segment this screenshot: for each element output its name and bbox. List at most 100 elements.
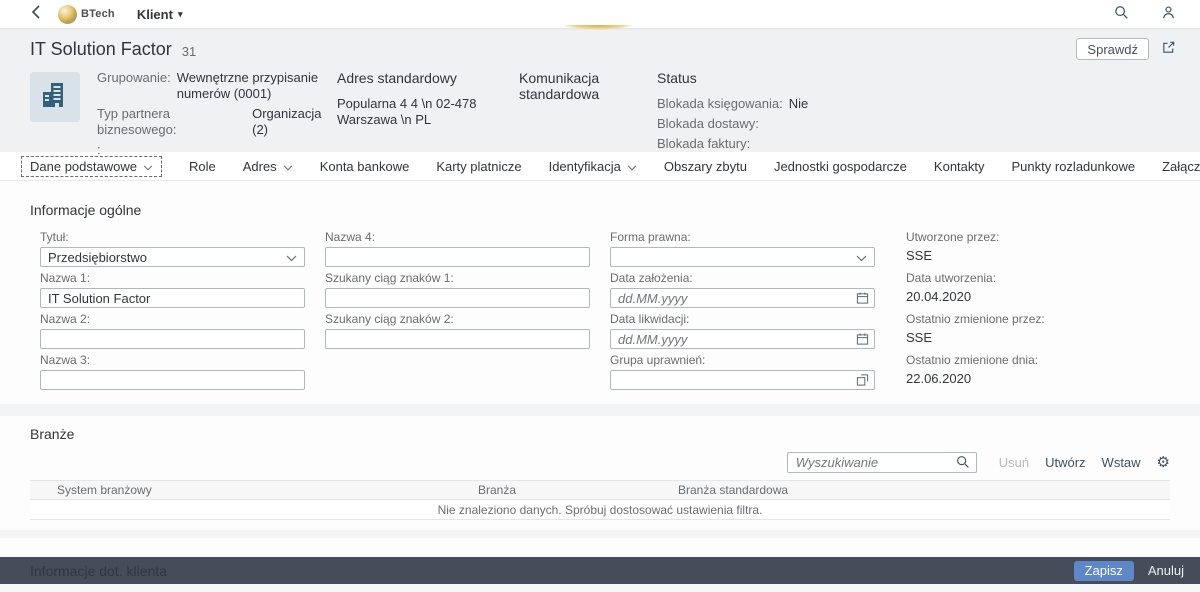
industries-title: Branże <box>30 426 1170 442</box>
field-grupa-uprawnien: Grupa uprawnień: <box>610 353 875 390</box>
caret-down-icon: ▾ <box>178 9 183 20</box>
szukany1-input[interactable] <box>325 288 590 308</box>
save-button[interactable]: Zapisz <box>1074 561 1134 581</box>
tab-kontakty[interactable]: Kontakty <box>934 159 985 174</box>
tab-jednostki-gospodarcze[interactable]: Jednostki gospodarcze <box>774 159 907 174</box>
general-info-section: Informacje ogólne Tytuł: Przedsiębiorstw… <box>0 181 1200 404</box>
field-data-utworzenia: Data utworzenia: 20.04.2020 <box>895 271 1170 308</box>
tab-role[interactable]: Role <box>189 159 216 174</box>
column-branza: Branża <box>478 483 678 497</box>
field-szukany2: Szukany ciąg znaków 2: <box>325 312 590 349</box>
tab-label: Karty platnicze <box>436 159 521 174</box>
communication-title: Komunikacja standardowa <box>519 70 657 102</box>
nazwa1-input[interactable] <box>40 288 305 308</box>
delivery-block-label: Blokada dostawy: <box>657 116 759 132</box>
grouping-value: Wewnętrzne przypisanie numerów (0001) <box>177 70 337 102</box>
calendar-icon[interactable] <box>856 292 869 305</box>
forma-prawna-select[interactable] <box>610 247 875 267</box>
field-label: Nazwa 2: <box>40 312 305 326</box>
partner-type-label: Typ partnera biznesowego: <box>97 106 246 138</box>
tab-zalaczniki[interactable]: Załączniki <box>1162 159 1200 174</box>
address-value: Popularna 4 4 \n 02-478 Warszawa \n PL <box>337 96 519 128</box>
object-header: IT Solution Factor 31 Sprawdź <box>0 28 1200 152</box>
tab-label: Punkty rozladunkowe <box>1012 159 1136 174</box>
data-likwidacji-input[interactable] <box>610 329 875 349</box>
user-profile-button[interactable] <box>1161 5 1176 23</box>
field-label: Data założenia: <box>610 271 875 285</box>
value-help-icon[interactable] <box>856 374 869 387</box>
object-title-row: IT Solution Factor 31 Sprawdź <box>30 28 1176 70</box>
share-button[interactable] <box>1161 40 1176 58</box>
section-divider <box>0 404 1200 416</box>
building-icon <box>40 80 70 115</box>
tab-label: Identyfikacja <box>549 159 621 174</box>
field-forma-prawna: Forma prawna: <box>610 230 875 267</box>
app-title-label: Klient <box>137 7 173 22</box>
check-button[interactable]: Sprawdź <box>1076 38 1149 60</box>
partner-number: 31 <box>182 44 196 59</box>
field-label: Utworzone przez: <box>906 230 1170 244</box>
cancel-button[interactable]: Anuluj <box>1148 563 1184 578</box>
status-row: Blokada faktury: <box>657 136 917 152</box>
data-zalozenia-input[interactable] <box>610 288 875 308</box>
insert-button[interactable]: Wstaw <box>1102 455 1141 470</box>
client-info-section-title: Informacje dot. klienta <box>30 563 167 579</box>
empty-cell <box>325 353 590 390</box>
invoice-block-label: Blokada faktury: <box>657 136 750 152</box>
delete-button[interactable]: Usuń <box>999 455 1029 470</box>
field-label: Nazwa 3: <box>40 353 305 367</box>
search-icon[interactable] <box>956 455 970 469</box>
search-button[interactable] <box>1114 5 1129 23</box>
field-label: Ostatnio zmienione przez: <box>906 312 1170 326</box>
tab-obszary-zbytu[interactable]: Obszary zbytu <box>664 159 747 174</box>
tab-punkty-rozladunkowe[interactable]: Punkty rozladunkowe <box>1012 159 1136 174</box>
chevron-down-icon <box>143 159 153 174</box>
industries-section: Branże Usuń Utwórz Wstaw ⚙ System branżo… <box>0 416 1200 530</box>
header-actions: Sprawdź <box>1076 38 1176 60</box>
status-title: Status <box>657 70 917 86</box>
general-info-title: Informacje ogólne <box>0 202 1200 218</box>
tab-label: Role <box>189 159 216 174</box>
field-nazwa1: Nazwa 1: <box>40 271 305 308</box>
field-szukany1: Szukany ciąg znaków 1: <box>325 271 590 308</box>
chevron-down-icon <box>856 250 867 265</box>
nazwa3-input[interactable] <box>40 370 305 390</box>
settings-gear-icon[interactable]: ⚙ <box>1157 455 1170 470</box>
field-ostatnio-zmienione-dnia: Ostatnio zmienione dnia: 22.06.2020 <box>895 353 1170 390</box>
utworzone-przez-value: SSE <box>906 247 1170 265</box>
facet-communication: Komunikacja standardowa <box>519 70 657 112</box>
calendar-icon[interactable] <box>856 333 869 346</box>
back-button[interactable] <box>30 5 42 24</box>
tab-adres[interactable]: Adres <box>243 159 293 174</box>
industries-search <box>787 452 977 473</box>
field-label: Nazwa 1: <box>40 271 305 285</box>
column-branza-standardowa: Branża standardowa <box>678 483 1170 497</box>
tab-konta-bankowe[interactable]: Konta bankowe <box>320 159 410 174</box>
tab-label: Dane podstawowe <box>30 159 137 174</box>
nazwa2-input[interactable] <box>40 329 305 349</box>
shell-actions <box>1114 5 1176 23</box>
no-data-message: Nie znaleziono danych. Spróbuj dostosowa… <box>30 500 1170 520</box>
grupa-uprawnien-input[interactable] <box>610 370 875 390</box>
tytul-select[interactable]: Przedsiębiorstwo <box>40 247 305 267</box>
nazwa4-input[interactable] <box>325 247 590 267</box>
facet-general: Grupowanie: Wewnętrzne przypisanie numer… <box>97 70 337 162</box>
shell-bar: BTech Klient ▾ <box>0 0 1200 28</box>
create-button[interactable]: Utwórz <box>1045 455 1085 470</box>
field-ostatnio-zmienione-przez: Ostatnio zmienione przez: SSE <box>895 312 1170 349</box>
field-label: Forma prawna: <box>610 230 875 244</box>
tab-karty-platnicze[interactable]: Karty platnicze <box>436 159 521 174</box>
tab-label: Obszary zbytu <box>664 159 747 174</box>
brand-logo[interactable]: BTech <box>58 5 115 24</box>
tab-identyfikacja[interactable]: Identyfikacja <box>549 159 637 174</box>
search-icon <box>1114 5 1129 23</box>
search-input[interactable] <box>787 452 977 473</box>
grouping-row: Grupowanie: Wewnętrzne przypisanie numer… <box>97 70 337 102</box>
data-utworzenia-value: 20.04.2020 <box>906 288 1170 306</box>
tab-label: Załączniki <box>1162 159 1200 174</box>
szukany2-input[interactable] <box>325 329 590 349</box>
section-divider <box>0 530 1200 538</box>
app-title-menu[interactable]: Klient ▾ <box>137 7 183 22</box>
tab-dane-podstawowe[interactable]: Dane podstawowe <box>21 156 162 177</box>
field-label: Nazwa 4: <box>325 230 590 244</box>
